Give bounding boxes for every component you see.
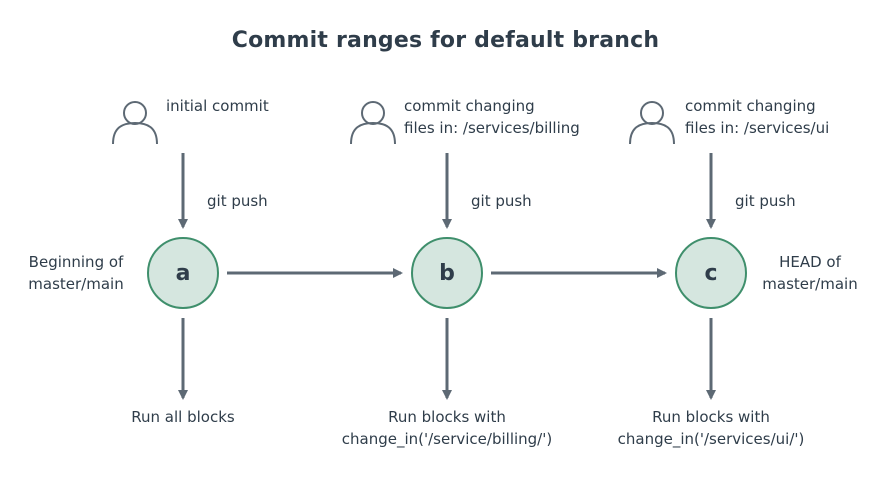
- commit-c-description: commit changing files in: /services/ui: [685, 97, 830, 137]
- diagram-canvas: Commit ranges for default branch a b c i…: [0, 0, 891, 478]
- user-icon: [112, 101, 158, 145]
- branch-head-label: HEAD of master/main: [762, 253, 858, 293]
- commit-b-description: commit changing files in: /services/bill…: [404, 97, 580, 137]
- user-icon: [350, 101, 396, 145]
- commit-a-description: initial commit: [166, 97, 269, 115]
- result-label-b: Run blocks with change_in('/service/bill…: [341, 408, 553, 448]
- commit-node-c-label: c: [704, 260, 718, 286]
- result-label-a: Run all blocks: [131, 408, 235, 426]
- user-icon: [629, 101, 675, 145]
- git-push-label-a: git push: [207, 192, 268, 210]
- git-push-label-b: git push: [471, 192, 532, 210]
- git-push-label-c: git push: [735, 192, 796, 210]
- commit-node-b-label: b: [439, 260, 455, 286]
- result-label-c: Run blocks with change_in('/services/ui/…: [617, 408, 805, 448]
- branch-start-label: Beginning of master/main: [28, 253, 124, 293]
- commit-node-a-label: a: [175, 260, 191, 286]
